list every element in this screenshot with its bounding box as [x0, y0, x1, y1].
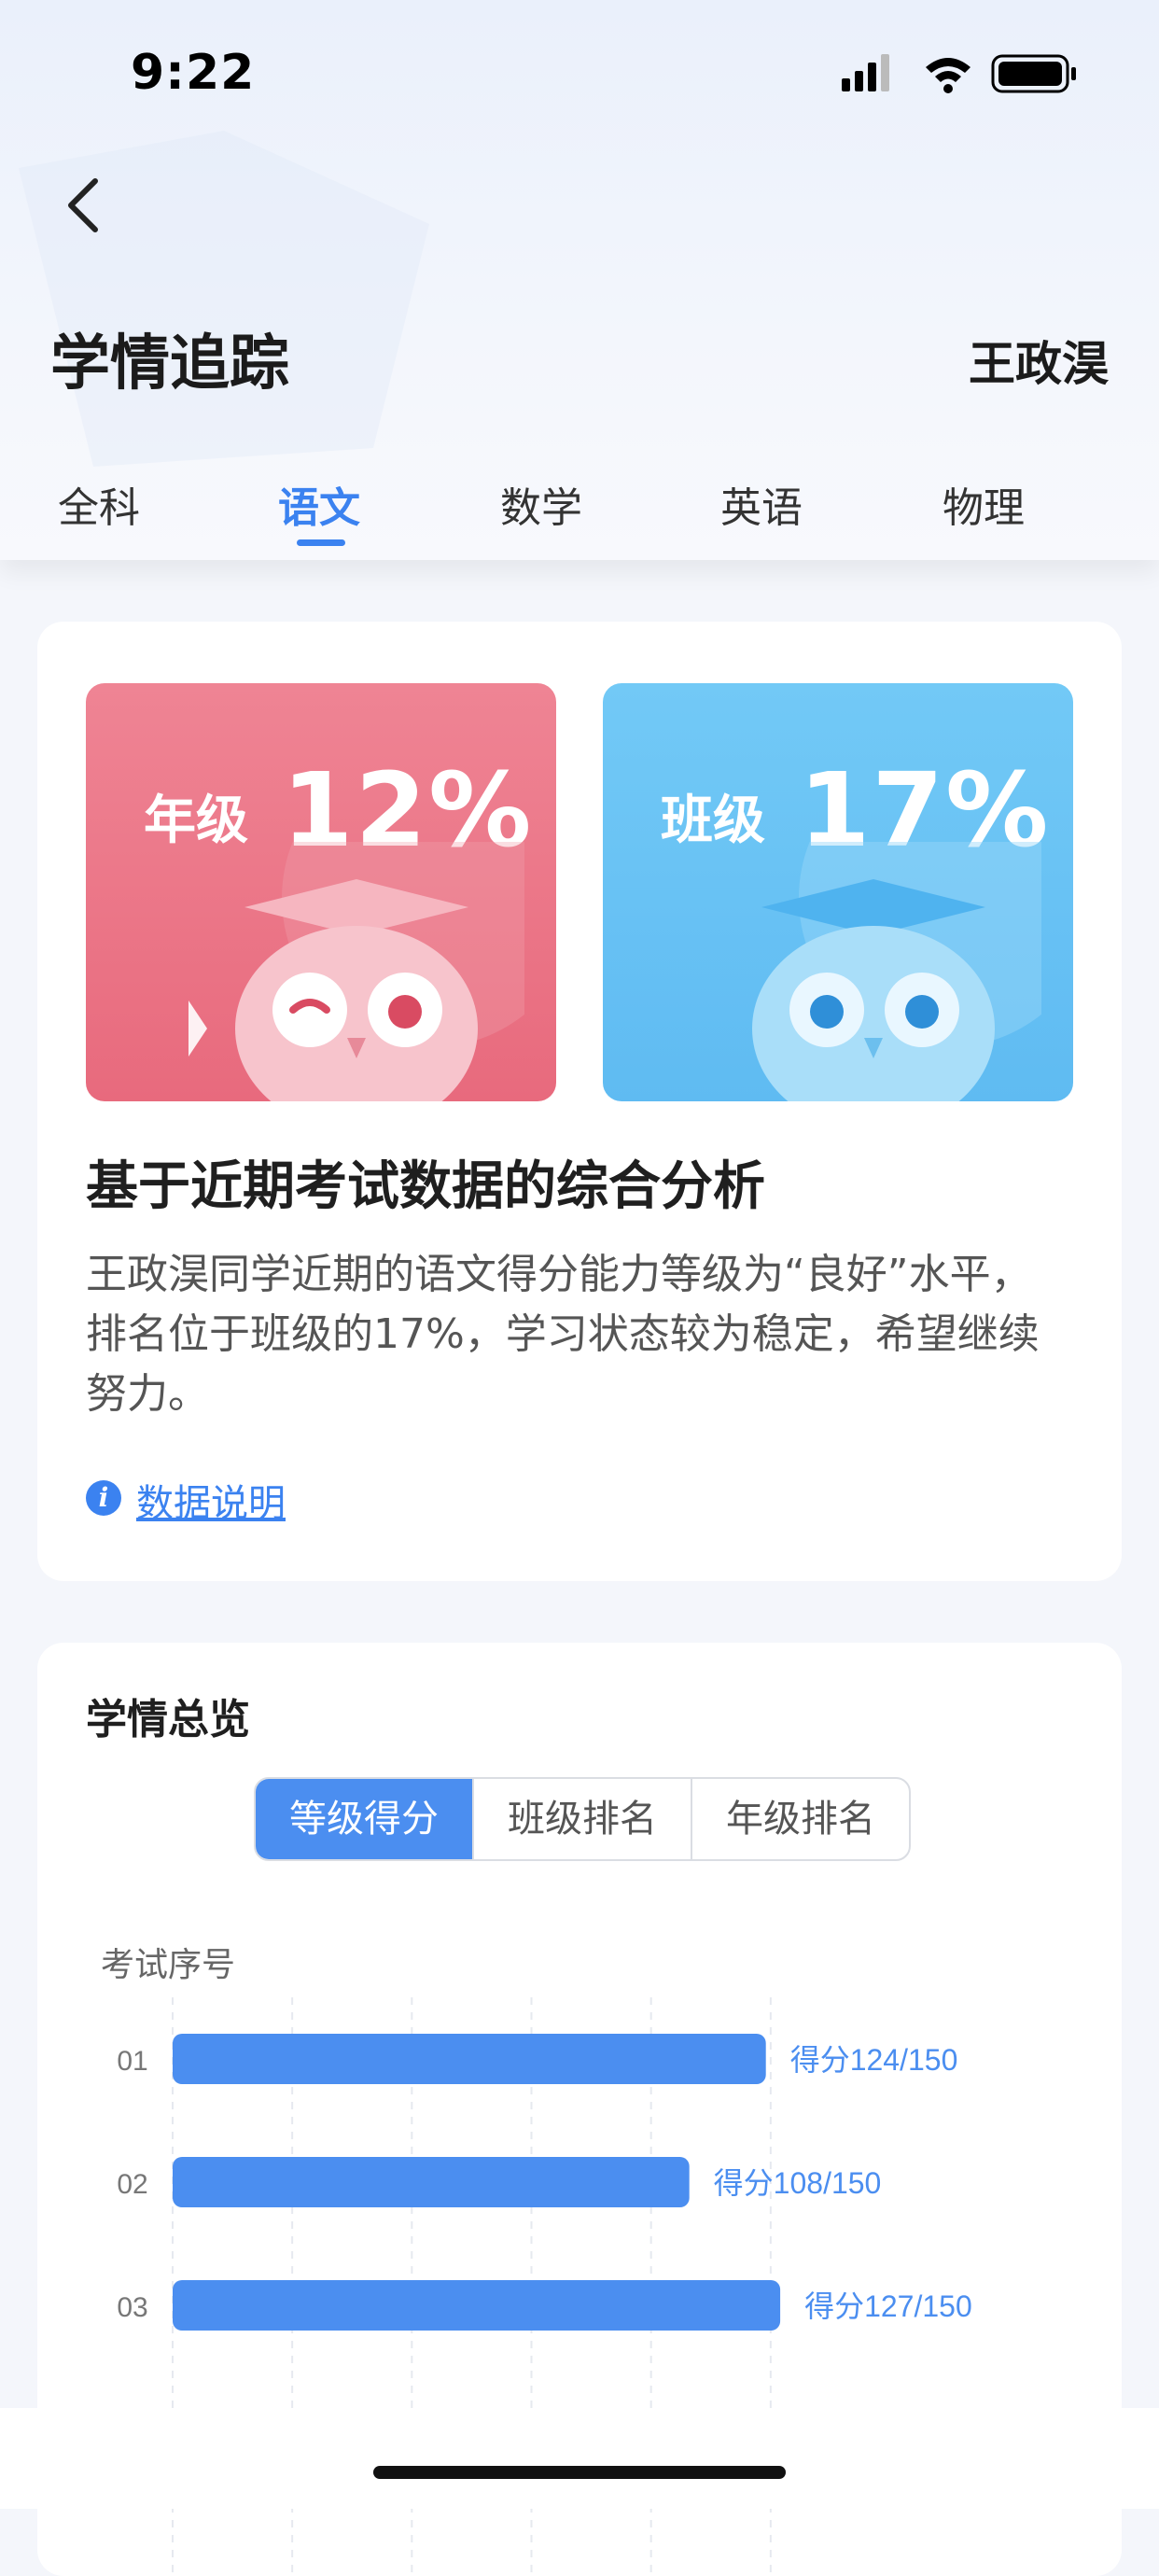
grade-rank-card: 年级 12% — [86, 683, 556, 1101]
status-time: 9:22 — [131, 45, 256, 101]
chart-category-label: 01 — [117, 2046, 147, 2077]
tab-chinese-label: 语文 — [278, 484, 360, 532]
analysis-card: 年级 12% 班级 17% 基于近期考试数据的综合分析 王政淏同学近期的语文得分… — [37, 622, 1122, 1581]
overview-segmented-control: 等级得分 班级排名 年级排名 — [254, 1777, 911, 1861]
chart-value-label: 得分124/150 — [790, 2043, 958, 2077]
chart-category-label: 03 — [117, 2292, 147, 2323]
battery-icon — [991, 54, 1076, 93]
student-name[interactable]: 王政淏 — [969, 327, 1109, 394]
active-tab-indicator — [297, 539, 345, 546]
tab-physics[interactable]: 物理 — [909, 474, 1058, 534]
class-rank-card: 班级 17% — [603, 683, 1073, 1101]
segment-class-rank[interactable]: 班级排名 — [474, 1779, 692, 1859]
info-icon: i — [86, 1480, 121, 1516]
tab-math[interactable]: 数学 — [467, 474, 616, 534]
owl-mascot-icon — [189, 842, 524, 1101]
tab-chinese[interactable]: 语文 — [244, 474, 394, 546]
overview-title: 学情总览 — [86, 1696, 250, 1743]
subject-tabs: 全科 语文 数学 英语 物理 — [0, 474, 1159, 558]
header: 9:22 学情追踪 王政淏 全科 语文 数学 英语 物理 — [0, 0, 1159, 560]
chart-bar[interactable] — [173, 2280, 781, 2331]
chart-value-label: 得分108/150 — [714, 2166, 882, 2200]
data-explanation-link[interactable]: 数据说明 — [136, 1473, 286, 1527]
analysis-title: 基于近期考试数据的综合分析 — [86, 1156, 765, 1217]
analysis-text: 王政淏同学近期的语文得分能力等级为“良好”水平， 排名位于班级的17%，学习状态… — [86, 1251, 1040, 1418]
segment-grade-rank[interactable]: 年级排名 — [692, 1779, 909, 1859]
status-icons — [842, 54, 1076, 93]
home-indicator — [373, 2466, 786, 2479]
chart-y-axis-label: 考试序号 — [101, 1946, 236, 1984]
back-arrow-icon[interactable] — [49, 168, 123, 243]
wifi-icon — [926, 58, 970, 93]
owl-mascot-icon — [752, 842, 1041, 1101]
page-title: 学情追踪 — [50, 329, 289, 399]
tab-english[interactable]: 英语 — [687, 474, 836, 534]
chart-bar[interactable] — [173, 2034, 766, 2084]
tab-all-subjects[interactable]: 全科 — [24, 474, 174, 534]
bottom-safe-area — [0, 2408, 1159, 2509]
chart-value-label: 得分127/150 — [804, 2289, 972, 2323]
chart-bar[interactable] — [173, 2157, 690, 2207]
chart-category-label: 02 — [117, 2169, 147, 2200]
signal-icon — [842, 54, 889, 91]
segment-grade-score[interactable]: 等级得分 — [256, 1779, 474, 1859]
